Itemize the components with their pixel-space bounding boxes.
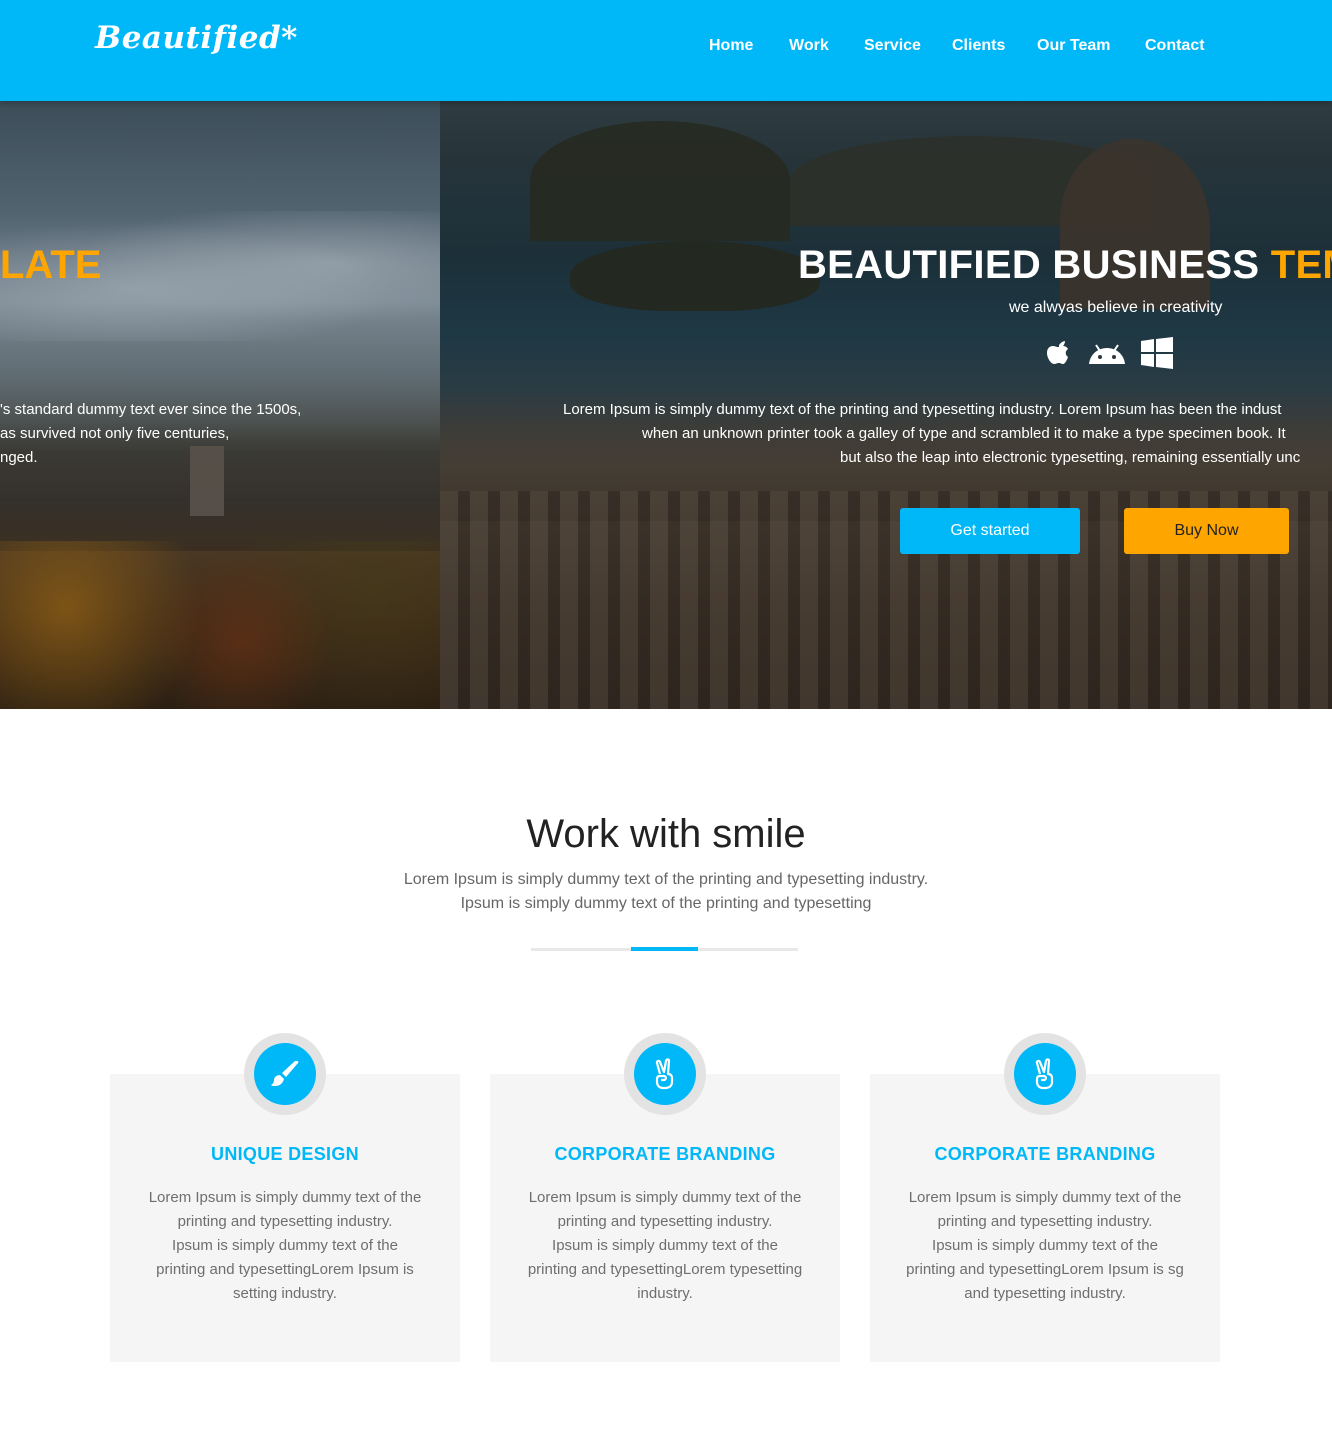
hero-subtitle: we alwyas believe in creativity xyxy=(1009,299,1223,316)
feature-card: CORPORATE BRANDING Lorem Ipsum is simply… xyxy=(490,1033,840,1362)
feature-card-text-line: Ipsum is simply dummy text of the xyxy=(172,1237,398,1254)
slide-background-hill xyxy=(530,121,790,241)
apple-icon[interactable] xyxy=(1044,336,1074,374)
slide-background-island xyxy=(570,241,820,311)
feature-card-text-line: Lorem Ipsum is simply dummy text of the xyxy=(528,1189,802,1206)
nav-clients[interactable]: Clients xyxy=(952,37,1005,55)
feature-icon-ring xyxy=(244,1033,326,1115)
peace-hand-icon xyxy=(1035,1058,1054,1090)
paintbrush-icon xyxy=(271,1061,299,1086)
feature-icon-circle xyxy=(254,1043,316,1105)
feature-card-text: Lorem Ipsum is simply dummy text of the … xyxy=(890,1186,1200,1306)
hero-description: Lorem Ipsum is simply dummy text of the … xyxy=(563,398,1332,470)
peace-hand-icon xyxy=(655,1058,674,1090)
feature-card-text-line: printing and typesettingLorem Ipsum is xyxy=(156,1261,414,1278)
get-started-button[interactable]: Get started xyxy=(900,508,1080,554)
section-subtitle-line: Ipsum is simply dummy text of the printi… xyxy=(460,895,872,912)
feature-card-text-line: printing and typesettingLorem Ipsum is s… xyxy=(906,1261,1184,1278)
feature-card-text-line: printing and typesetting industry. xyxy=(177,1213,393,1230)
section-divider xyxy=(531,947,798,951)
feature-card-title: UNIQUE DESIGN xyxy=(211,1144,359,1164)
feature-card: CORPORATE BRANDING Lorem Ipsum is simply… xyxy=(870,1033,1220,1362)
top-navbar: Beautified* Home Work Service Clients Ou… xyxy=(0,0,1332,101)
feature-icon-circle xyxy=(1014,1043,1076,1105)
feature-card-text-line: and typesetting industry. xyxy=(964,1285,1126,1302)
hero-description-line: when an unknown printer took a galley of… xyxy=(642,425,1286,442)
site-logo[interactable]: Beautified* xyxy=(95,20,298,56)
feature-card-text: Lorem Ipsum is simply dummy text of the … xyxy=(130,1186,440,1306)
feature-card-title: CORPORATE BRANDING xyxy=(934,1144,1156,1164)
feature-card-text-line: setting industry. xyxy=(233,1285,337,1302)
previous-slide-text-line: as survived not only five centuries, xyxy=(0,425,230,442)
feature-card-text-line: printing and typesetting industry. xyxy=(557,1213,773,1230)
hero-title: BEAUTIFIED BUSINESS TEMP xyxy=(798,243,1332,288)
section-divider-accent xyxy=(631,947,698,951)
windows-icon[interactable] xyxy=(1140,336,1174,374)
feature-card-text-line: Ipsum is simply dummy text of the xyxy=(932,1237,1158,1254)
feature-card-text: Lorem Ipsum is simply dummy text of the … xyxy=(510,1186,820,1306)
feature-card-text-line: Lorem Ipsum is simply dummy text of the xyxy=(148,1189,422,1206)
hero-description-line: but also the leap into electronic typese… xyxy=(840,449,1301,466)
previous-slide-text-line: 's standard dummy text ever since the 15… xyxy=(0,401,302,418)
feature-icon-ring xyxy=(1004,1033,1086,1115)
hero-slider[interactable]: LATE 's standard dummy text ever since t… xyxy=(0,101,1332,709)
feature-card: UNIQUE DESIGN Lorem Ipsum is simply dumm… xyxy=(110,1033,460,1362)
section-title: Work with smile xyxy=(526,812,806,856)
hero-title-accent: TEMP xyxy=(1270,243,1332,287)
previous-slide-text-line: nged. xyxy=(0,449,38,466)
nav-contact[interactable]: Contact xyxy=(1145,37,1205,55)
hero-title-main: BEAUTIFIED BUSINESS xyxy=(798,243,1271,287)
android-icon[interactable] xyxy=(1086,336,1128,374)
previous-slide-title: LATE xyxy=(0,243,102,287)
nav-work[interactable]: Work xyxy=(789,37,829,55)
previous-slide: LATE 's standard dummy text ever since t… xyxy=(0,101,440,709)
section-subtitle-line: Lorem Ipsum is simply dummy text of the … xyxy=(403,871,929,888)
previous-slide-text: 's standard dummy text ever since the 15… xyxy=(0,398,301,470)
feature-card-text-line: Ipsum is simply dummy text of the xyxy=(552,1237,778,1254)
slide-background-trees xyxy=(0,541,440,709)
feature-icon-circle xyxy=(634,1043,696,1105)
feature-card-title: CORPORATE BRANDING xyxy=(554,1144,776,1164)
feature-card-text-line: industry. xyxy=(637,1285,693,1302)
nav-home[interactable]: Home xyxy=(709,37,753,55)
buy-now-button[interactable]: Buy Now xyxy=(1124,508,1289,554)
nav-service[interactable]: Service xyxy=(864,37,921,55)
feature-card-text-line: printing and typesetting industry. xyxy=(937,1213,1153,1230)
section-subtitle: Lorem Ipsum is simply dummy text of the … xyxy=(0,868,1332,916)
feature-card-text-line: Lorem Ipsum is simply dummy text of the xyxy=(908,1189,1182,1206)
feature-card-text-line: printing and typesettingLorem typesettin… xyxy=(527,1261,803,1278)
hero-description-line: Lorem Ipsum is simply dummy text of the … xyxy=(563,401,1282,418)
nav-our-team[interactable]: Our Team xyxy=(1037,37,1111,55)
feature-icon-ring xyxy=(624,1033,706,1115)
